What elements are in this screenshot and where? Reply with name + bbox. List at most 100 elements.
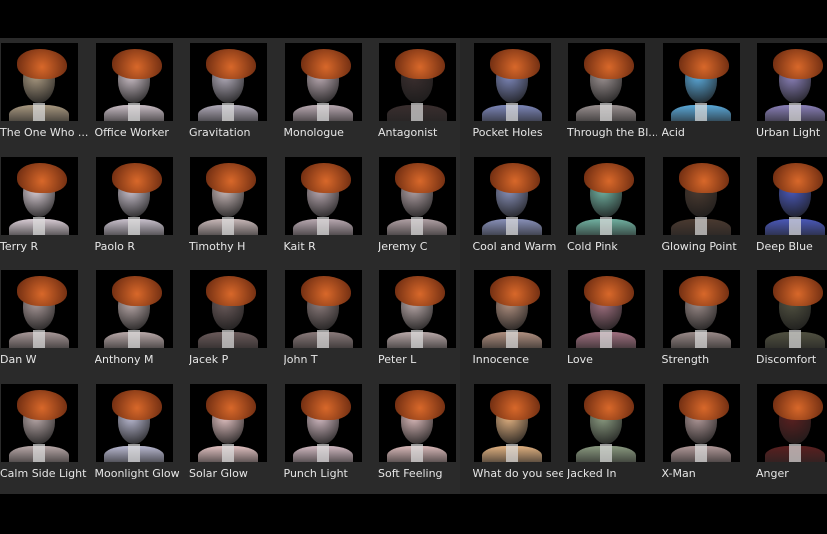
asset-item[interactable]: The One Who ... bbox=[0, 38, 90, 148]
asset-item[interactable]: Urban Light bbox=[756, 38, 827, 148]
asset-label: Office Worker bbox=[94, 126, 169, 139]
asset-thumbnail bbox=[473, 156, 551, 235]
character-shirt bbox=[33, 103, 45, 121]
asset-thumbnail bbox=[190, 270, 267, 348]
asset-item[interactable]: Pocket Holes bbox=[473, 38, 563, 148]
character-shirt bbox=[789, 103, 801, 121]
asset-item[interactable]: Moonlight Glow bbox=[95, 379, 185, 489]
character-hair bbox=[17, 49, 67, 79]
asset-item[interactable]: Love bbox=[567, 265, 657, 375]
asset-label: Timothy H bbox=[189, 239, 246, 253]
asset-label: Paolo R bbox=[94, 239, 136, 253]
character-shirt bbox=[411, 330, 423, 348]
asset-label: Acid bbox=[661, 126, 685, 139]
character-shirt bbox=[600, 103, 612, 121]
character-shirt bbox=[33, 216, 45, 235]
character-hair bbox=[773, 389, 823, 420]
asset-thumbnail bbox=[1, 156, 78, 235]
asset-item[interactable]: Jeremy C bbox=[378, 152, 468, 262]
asset-label: Jeremy C bbox=[378, 239, 428, 253]
character-hair bbox=[300, 162, 351, 193]
asset-thumbnail bbox=[473, 43, 551, 121]
character-hair bbox=[206, 49, 256, 79]
asset-item[interactable]: Innocence bbox=[473, 265, 563, 375]
asset-thumbnail bbox=[284, 270, 362, 348]
character-shirt bbox=[222, 330, 234, 348]
asset-item[interactable]: Peter L bbox=[378, 265, 468, 375]
asset-thumbnail bbox=[757, 270, 827, 348]
asset-item[interactable]: Through the Bl... bbox=[567, 38, 657, 148]
character-shirt bbox=[33, 443, 45, 462]
asset-item[interactable]: Soft Feeling bbox=[378, 379, 468, 489]
asset-label: Terry R bbox=[0, 239, 39, 253]
character-hair bbox=[584, 49, 634, 79]
asset-thumbnail bbox=[662, 43, 740, 121]
character-shirt bbox=[127, 443, 140, 462]
asset-item[interactable]: X-Man bbox=[662, 379, 752, 489]
asset-item[interactable]: Anger bbox=[756, 379, 827, 489]
asset-item[interactable]: Discomfort bbox=[756, 265, 827, 375]
asset-label: The One Who ... bbox=[0, 126, 89, 139]
asset-item[interactable]: Jacek P bbox=[189, 265, 279, 375]
character-hair bbox=[584, 162, 634, 193]
asset-item[interactable]: Glowing Point bbox=[662, 152, 752, 262]
character-shirt bbox=[411, 216, 423, 235]
character-shirt bbox=[505, 443, 518, 462]
asset-item[interactable]: Gravitation bbox=[189, 38, 279, 148]
asset-item[interactable]: Jacked In bbox=[567, 379, 657, 489]
asset-item[interactable]: Calm Side Light bbox=[0, 379, 90, 489]
asset-thumbnail bbox=[284, 383, 362, 462]
asset-label: Peter L bbox=[378, 353, 417, 366]
asset-item[interactable]: Dan W bbox=[0, 265, 90, 375]
character-hair bbox=[489, 389, 540, 420]
character-shirt bbox=[222, 216, 234, 235]
asset-item[interactable]: Solar Glow bbox=[189, 379, 279, 489]
character-shirt bbox=[694, 216, 707, 235]
character-shirt bbox=[316, 330, 329, 348]
asset-item[interactable]: John T bbox=[284, 265, 374, 375]
asset-thumbnail bbox=[95, 270, 173, 348]
asset-item[interactable]: Cold Pink bbox=[567, 152, 657, 262]
character-hair bbox=[773, 276, 823, 306]
character-shirt bbox=[222, 443, 234, 462]
asset-item[interactable]: Punch Light bbox=[284, 379, 374, 489]
asset-label: Discomfort bbox=[756, 353, 817, 366]
character-hair bbox=[395, 49, 445, 79]
asset-item[interactable]: Kait R bbox=[284, 152, 374, 262]
asset-thumbnail bbox=[568, 43, 645, 121]
asset-label: Through the Bl... bbox=[567, 126, 657, 139]
asset-item[interactable]: Terry R bbox=[0, 152, 90, 262]
asset-item[interactable]: Office Worker bbox=[95, 38, 185, 148]
character-shirt bbox=[316, 443, 329, 462]
character-hair bbox=[206, 162, 256, 193]
character-shirt bbox=[316, 216, 329, 235]
character-shirt bbox=[694, 330, 707, 348]
character-hair bbox=[395, 162, 445, 193]
character-shirt bbox=[505, 103, 518, 121]
asset-item[interactable]: Antagonist bbox=[378, 38, 468, 148]
asset-item[interactable]: Timothy H bbox=[189, 152, 279, 262]
asset-item[interactable]: What do you see bbox=[473, 379, 563, 489]
asset-thumbnail bbox=[662, 383, 740, 462]
asset-item[interactable]: Anthony M bbox=[95, 265, 185, 375]
asset-label: Monologue bbox=[283, 126, 344, 139]
asset-item[interactable]: Acid bbox=[662, 38, 752, 148]
character-hair bbox=[773, 162, 823, 193]
character-hair bbox=[206, 276, 256, 306]
asset-item[interactable]: Monologue bbox=[284, 38, 374, 148]
character-shirt bbox=[316, 103, 329, 121]
character-hair bbox=[678, 49, 729, 79]
character-shirt bbox=[33, 330, 45, 348]
asset-item[interactable]: Strength bbox=[662, 265, 752, 375]
character-shirt bbox=[789, 216, 801, 235]
character-hair bbox=[111, 389, 162, 420]
asset-item[interactable]: Cool and Warm bbox=[473, 152, 563, 262]
asset-thumbnail bbox=[473, 270, 551, 348]
asset-thumbnail bbox=[190, 156, 267, 235]
character-shirt bbox=[694, 443, 707, 462]
asset-item[interactable]: Deep Blue bbox=[756, 152, 827, 262]
asset-label: Pocket Holes bbox=[472, 126, 543, 139]
character-hair bbox=[111, 49, 162, 79]
character-hair bbox=[489, 49, 540, 79]
asset-item[interactable]: Paolo R bbox=[95, 152, 185, 262]
